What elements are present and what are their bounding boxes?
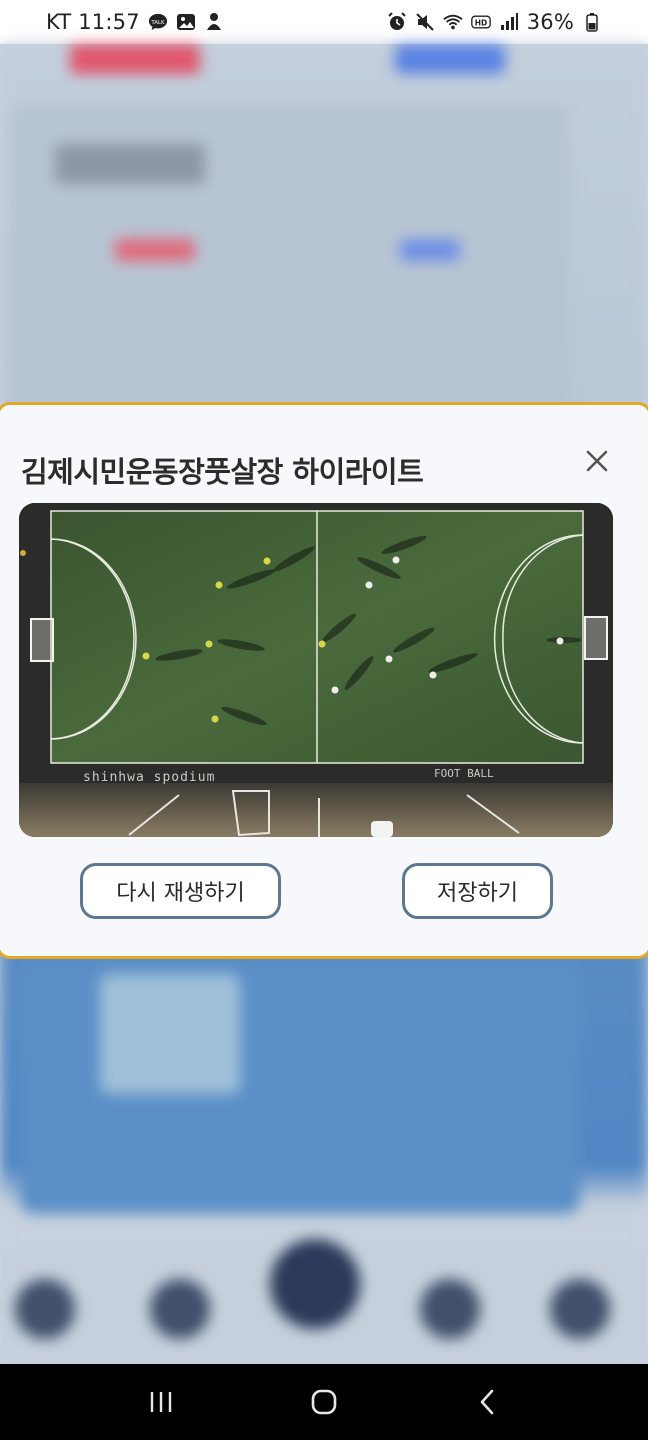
bg-nav-button [550,1279,610,1339]
bg-away-team-badge [395,44,505,74]
talk-icon: TALK [148,12,168,32]
battery-icon [582,12,602,32]
hd-icon: HD [470,12,491,32]
field-text-left: shinhwa spodium [83,770,215,785]
bg-nav-button [15,1279,75,1339]
bg-match-title [55,144,205,184]
wifi-icon [443,12,463,32]
recent-apps-button[interactable] [131,1377,191,1427]
carrier-time: KT 11:57 [46,10,140,34]
bg-home-score [115,239,195,261]
back-icon [480,1389,493,1415]
close-button[interactable] [581,445,613,477]
signal-icon [499,12,519,32]
dialog-title: 김제시민운동장풋살장 하이라이트 [21,455,424,489]
svg-text:TALK: TALK [150,20,165,26]
battery-level: 36% [526,10,574,34]
bg-nav-button [150,1279,210,1339]
status-left: KT 11:57 TALK [46,10,224,34]
home-button[interactable] [294,1377,354,1427]
home-icon [311,1389,337,1415]
gallery-icon [176,12,196,32]
recent-apps-icon [151,1392,172,1412]
replay-button[interactable]: 다시 재생하기 [80,863,281,919]
notification-icon [204,12,224,32]
bg-away-score [400,239,460,261]
save-button[interactable]: 저장하기 [402,863,553,919]
status-right: HD 36% [387,10,602,34]
mute-icon [415,12,435,32]
alarm-icon [387,12,407,32]
status-bar: KT 11:57 TALK HD 36% [0,0,648,44]
highlight-dialog: 김제시민운동장풋살장 하이라이트 shinhwa spodium FOOT BA… [0,402,648,959]
bg-nav-center-button [270,1239,360,1329]
back-button[interactable] [457,1377,517,1427]
system-nav-bar [0,1364,648,1440]
close-icon [586,450,608,472]
highlight-video[interactable]: shinhwa spodium FOOT BALL [19,503,613,837]
bg-nav-button [420,1279,480,1339]
svg-text:HD: HD [474,18,487,27]
bg-home-team-badge [70,44,200,74]
bg-highlight-thumbnail [100,974,240,1094]
field-text-right: FOOT BALL [434,767,494,780]
